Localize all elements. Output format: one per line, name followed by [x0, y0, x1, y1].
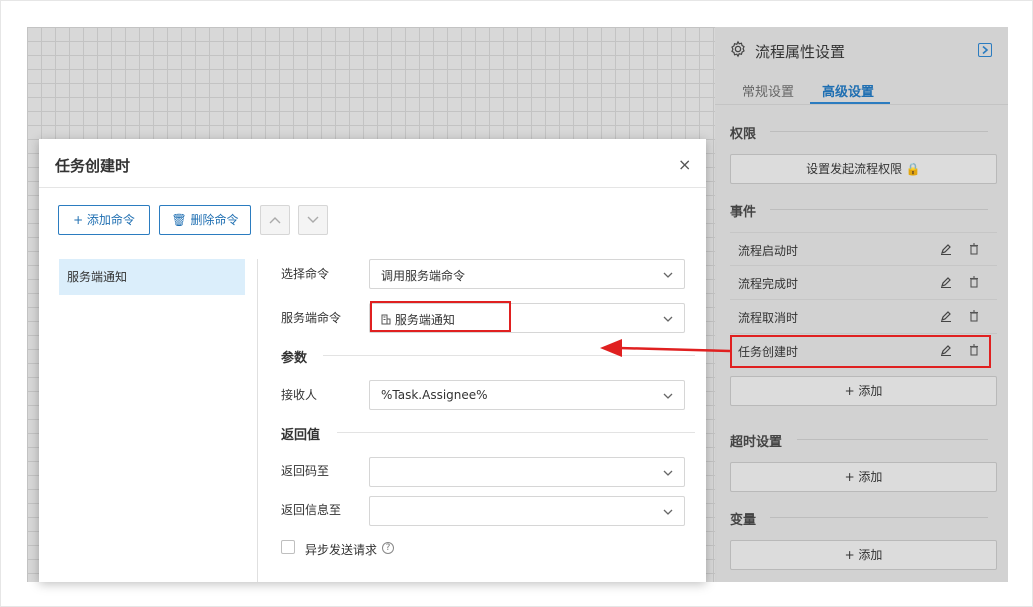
server-command-label: 服务端命令: [281, 311, 342, 325]
add-variable-button[interactable]: + 添加: [730, 540, 997, 570]
tab-advanced[interactable]: 高级设置: [822, 81, 874, 100]
command-list-item[interactable]: 服务端通知: [59, 259, 245, 295]
add-event-button[interactable]: + 添加: [730, 376, 997, 406]
divider: [257, 259, 258, 582]
task-created-dialog: 任务创建时 × + 添加命令 🗑 删除命令 服务端通知 选择命令 调用服务端命令…: [39, 139, 706, 582]
event-label: 流程启动时: [738, 244, 799, 258]
divider: [770, 517, 988, 518]
receiver-value: %Task.Assignee%: [381, 388, 488, 402]
divider: [770, 131, 988, 132]
chevron-down-icon: [663, 470, 673, 476]
divider: [323, 355, 695, 356]
chevron-down-icon: [663, 393, 673, 399]
event-label: 流程完成时: [738, 277, 799, 291]
edit-icon[interactable]: [940, 310, 952, 322]
select-command-value: 调用服务端命令: [381, 269, 466, 283]
set-start-permission-button[interactable]: 设置发起流程权限 🔒: [730, 154, 997, 184]
return-message-dropdown[interactable]: [369, 496, 685, 526]
receiver-label: 接收人: [281, 388, 318, 402]
edit-icon[interactable]: [940, 243, 952, 255]
panel-tabs: 常规设置 高级设置: [715, 71, 1008, 105]
panel-title: 流程属性设置: [755, 43, 846, 61]
move-up-button[interactable]: [260, 205, 290, 235]
params-section-title: 参数: [281, 351, 308, 366]
delete-icon[interactable]: [968, 243, 980, 255]
chevron-down-icon: [663, 509, 673, 515]
section-title-permission: 权限: [730, 127, 757, 142]
dialog-title: 任务创建时: [55, 157, 131, 175]
return-message-label: 返回信息至: [281, 503, 342, 517]
event-label: 流程取消时: [738, 311, 799, 325]
panel-header: 流程属性设置: [715, 27, 1008, 71]
return-code-label: 返回码至: [281, 464, 330, 478]
chevron-down-icon: [307, 216, 319, 223]
process-properties-panel: 流程属性设置 常规设置 高级设置 权限 设置发起流程权限 🔒 事件 流程启动时 …: [715, 27, 1008, 582]
return-section-title: 返回值: [281, 428, 321, 443]
select-command-label: 选择命令: [281, 267, 330, 281]
event-row: 流程启动时: [730, 232, 997, 266]
divider: [39, 187, 706, 188]
highlight-task-created: [730, 335, 991, 368]
async-request-checkbox[interactable]: [281, 540, 295, 554]
chevron-down-icon: [663, 316, 673, 322]
delete-icon[interactable]: [968, 276, 980, 288]
section-title-timeout: 超时设置: [730, 435, 783, 450]
add-command-button[interactable]: + 添加命令: [58, 205, 150, 235]
add-timeout-button[interactable]: + 添加: [730, 462, 997, 492]
collapse-panel-icon[interactable]: [978, 43, 992, 57]
delete-icon[interactable]: [968, 310, 980, 322]
return-code-dropdown[interactable]: [369, 457, 685, 487]
section-title-variables: 变量: [730, 513, 757, 528]
screenshot-frame: 流程属性设置 常规设置 高级设置 权限 设置发起流程权限 🔒 事件 流程启动时 …: [0, 0, 1033, 607]
active-tab-indicator: [810, 102, 890, 104]
delete-command-button[interactable]: 🗑 删除命令: [159, 205, 251, 235]
select-command-dropdown[interactable]: 调用服务端命令: [369, 259, 685, 289]
highlight-server-command: [370, 301, 511, 332]
close-icon[interactable]: ×: [678, 155, 691, 174]
chevron-down-icon: [663, 272, 673, 278]
divider: [337, 432, 695, 433]
section-title-events: 事件: [730, 205, 757, 220]
event-row: 流程完成时: [730, 266, 997, 300]
move-down-button[interactable]: [298, 205, 328, 235]
event-row: 流程取消时: [730, 300, 997, 334]
divider: [770, 209, 988, 210]
divider: [797, 439, 988, 440]
tab-general[interactable]: 常规设置: [742, 81, 794, 100]
receiver-dropdown[interactable]: %Task.Assignee%: [369, 380, 685, 410]
edit-icon[interactable]: [940, 276, 952, 288]
async-request-label: 异步发送请求: [305, 543, 378, 557]
chevron-up-icon: [269, 217, 281, 224]
help-icon[interactable]: ?: [382, 542, 394, 554]
gear-icon: [731, 40, 745, 58]
